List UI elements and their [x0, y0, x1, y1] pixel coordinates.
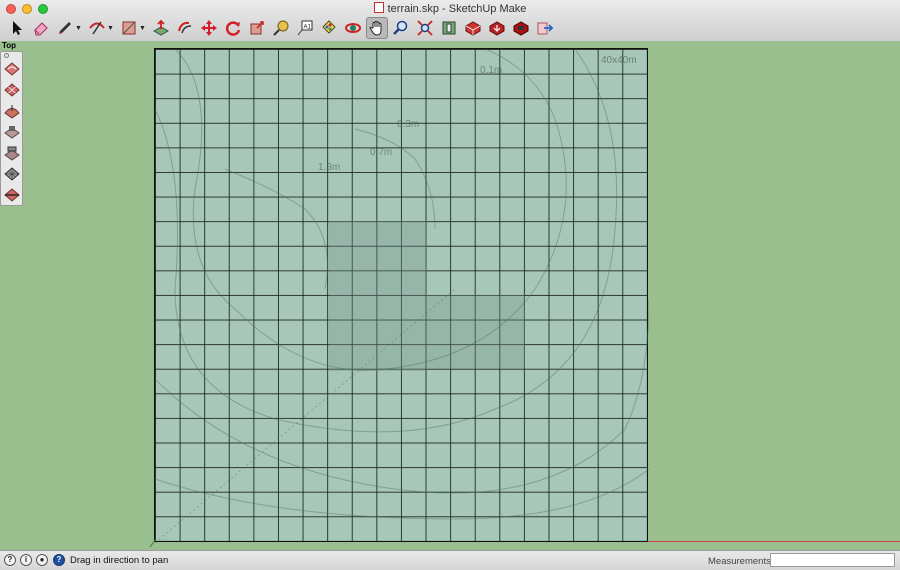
window-title-bar: terrain.skp - SketchUp Make: [0, 2, 900, 15]
stamp-tool[interactable]: [3, 123, 21, 141]
get-models-tool[interactable]: [486, 17, 508, 39]
move-arrows-icon: [201, 20, 217, 36]
close-palette-icon[interactable]: [4, 53, 9, 58]
add-detail-tool[interactable]: [3, 165, 21, 183]
move-tool[interactable]: [198, 17, 220, 39]
chevron-down-icon[interactable]: ▼: [75, 25, 82, 32]
offset-tool[interactable]: [174, 17, 196, 39]
tape-measure-icon: [273, 20, 289, 36]
add-detail-icon: [4, 167, 20, 181]
push-pull-tool[interactable]: [150, 17, 172, 39]
tape-measure-tool[interactable]: [270, 17, 292, 39]
orbit-tool[interactable]: [342, 17, 364, 39]
terrain-shaded-face: [329, 221, 427, 371]
arc-icon: [89, 21, 105, 35]
terrain-size-label: 40x40m: [601, 55, 637, 66]
smoove-icon: [4, 105, 20, 119]
chevron-down-icon[interactable]: ▼: [139, 25, 146, 32]
credits-icon[interactable]: i: [20, 554, 32, 566]
flip-edge-icon: [4, 188, 20, 202]
line-tool[interactable]: ▼: [54, 17, 84, 39]
stamp-icon: [4, 126, 20, 139]
scale-icon: [250, 21, 264, 35]
rectangle-icon: [122, 21, 136, 35]
red-axis-line: [648, 541, 900, 542]
text-tool[interactable]: A1: [294, 17, 316, 39]
sandbox-from-scratch-tool[interactable]: [3, 81, 21, 99]
scale-tool[interactable]: [246, 17, 268, 39]
smoove-tool[interactable]: [3, 102, 21, 120]
share-model-icon: [465, 21, 481, 36]
share-model-tool[interactable]: [462, 17, 484, 39]
contour-label: 0.1m: [480, 65, 503, 76]
user-icon[interactable]: ●: [36, 554, 48, 566]
status-bar: ? i ● ? Drag in direction to pan Measure…: [0, 550, 900, 570]
select-tool[interactable]: [6, 17, 28, 39]
model-viewport[interactable]: Top 40x40m 0.1m 0.3m 0.7m 1.3m: [0, 41, 900, 550]
offset-icon: [178, 21, 192, 34]
arrow-cursor-icon: [13, 21, 22, 35]
zoom-extents-tool[interactable]: [414, 17, 436, 39]
document-icon: [373, 2, 384, 13]
pan-tool[interactable]: [366, 17, 388, 39]
3d-warehouse-tool[interactable]: [438, 17, 460, 39]
magnifier-icon: [393, 20, 408, 35]
zoom-extents-icon: [417, 20, 433, 36]
extension-warehouse-tool[interactable]: [510, 17, 532, 39]
extension-warehouse-icon: [513, 21, 529, 36]
warehouse-icon: [442, 21, 456, 35]
geo-location-icon[interactable]: ?: [4, 554, 16, 566]
pencil-icon: [59, 22, 71, 34]
eraser-icon: [34, 22, 48, 36]
sandbox-from-contours-tool[interactable]: [3, 60, 21, 78]
terrain-grid-surface[interactable]: 40x40m 0.1m 0.3m 0.7m 1.3m: [154, 48, 649, 543]
help-icon[interactable]: ?: [53, 554, 65, 566]
get-models-icon: [489, 21, 505, 36]
flip-edge-tool[interactable]: [3, 186, 21, 204]
window-chrome: terrain.skp - SketchUp Make ▼ ▼ ▼ A1: [0, 0, 900, 42]
drape-tool[interactable]: [3, 144, 21, 162]
svg-text:A1: A1: [304, 25, 312, 31]
rectangle-tool[interactable]: ▼: [118, 17, 148, 39]
rotate-tool[interactable]: [222, 17, 244, 39]
measurements-label: Measurements: [708, 556, 771, 567]
contour-label: 0.3m: [397, 119, 420, 130]
send-to-layout-icon: [537, 22, 554, 35]
view-name-label: Top: [2, 41, 17, 50]
send-to-layout-tool[interactable]: [534, 17, 556, 39]
measurements-input[interactable]: [770, 553, 895, 567]
eraser-tool[interactable]: [30, 17, 52, 39]
zoom-tool[interactable]: [390, 17, 412, 39]
text-label-icon: A1: [297, 20, 313, 36]
window-title: terrain.skp - SketchUp Make: [387, 3, 527, 15]
hand-icon: [369, 21, 382, 36]
push-pull-icon: [152, 19, 170, 36]
contour-label: 1.3m: [318, 162, 341, 173]
sandbox-tool-palette: [0, 51, 23, 206]
sandbox-scratch-icon: [4, 83, 20, 97]
orbit-icon: [345, 23, 361, 33]
paint-bucket-tool[interactable]: [318, 17, 340, 39]
rotate-icon: [225, 21, 241, 36]
arc-tool[interactable]: ▼: [86, 17, 116, 39]
model-origin-axes: [149, 538, 157, 548]
drape-icon: [4, 146, 20, 161]
main-toolbar: ▼ ▼ ▼ A1: [6, 16, 558, 40]
paint-bucket-icon: [322, 20, 336, 34]
status-hint-text: Drag in direction to pan: [70, 555, 169, 566]
terrain-shaded-face: [427, 295, 525, 369]
chevron-down-icon[interactable]: ▼: [107, 25, 114, 32]
contour-label: 0.7m: [370, 147, 393, 158]
sandbox-contours-icon: [4, 62, 20, 76]
